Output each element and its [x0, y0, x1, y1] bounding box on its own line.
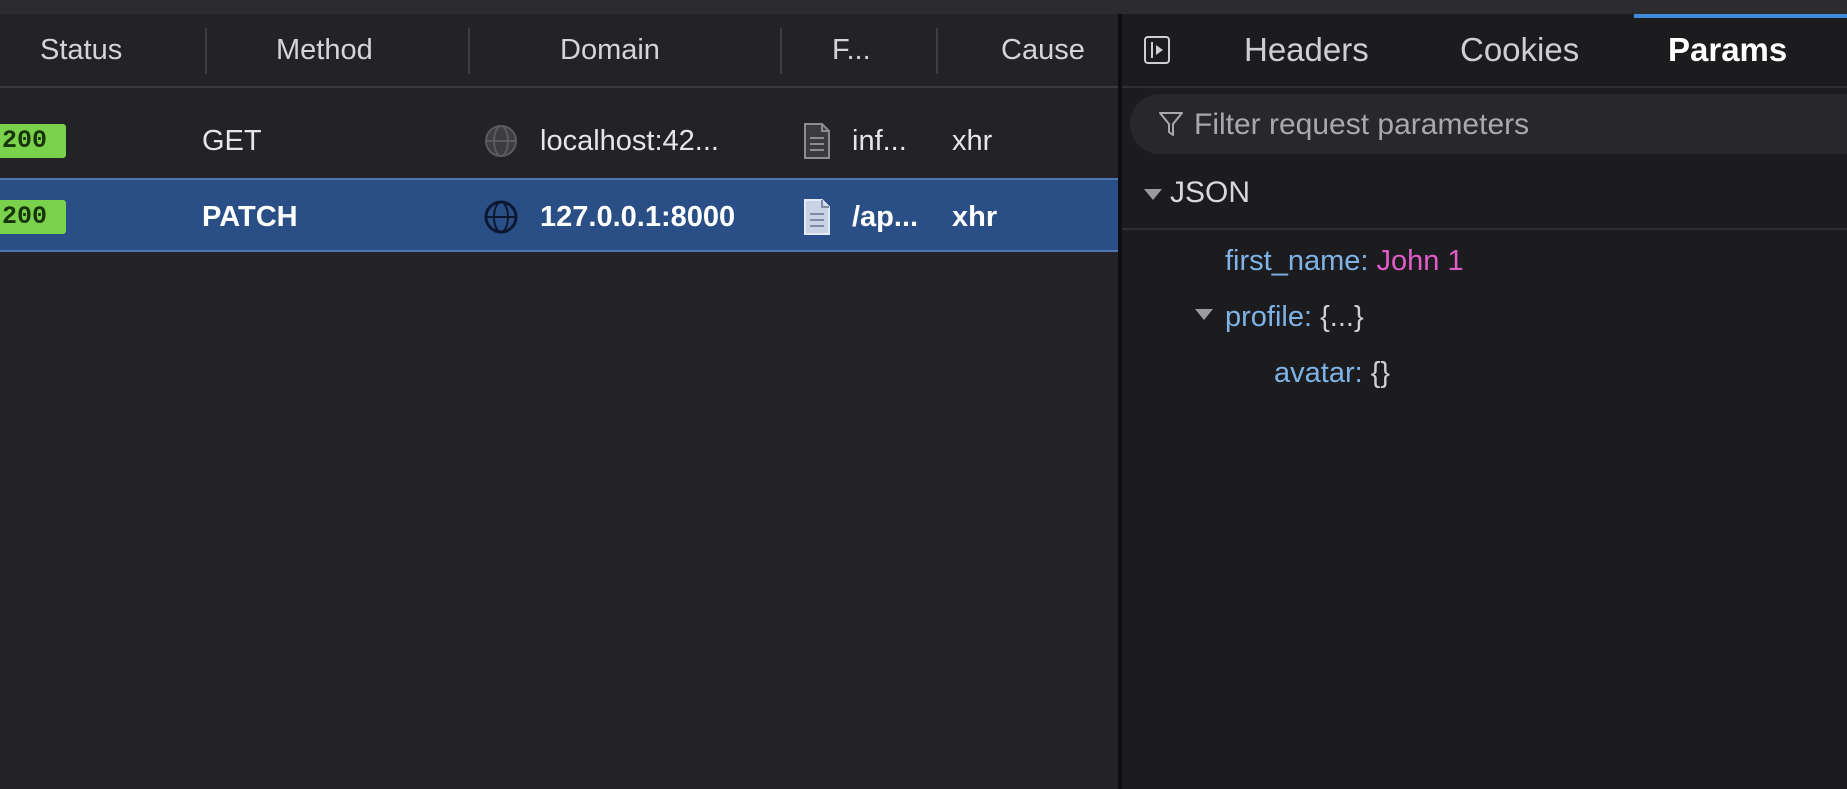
column-separator[interactable] [468, 28, 470, 74]
tab-params[interactable]: Params [1668, 14, 1787, 86]
tab-headers[interactable]: Headers [1244, 14, 1369, 86]
column-method[interactable]: Method [276, 14, 373, 86]
param-profile[interactable]: profile: {...} [1225, 291, 1364, 343]
expand-triangle-icon[interactable] [1195, 309, 1213, 320]
details-tabbar: Headers Cookies Params [1122, 14, 1847, 88]
request-method: GET [202, 125, 262, 157]
param-key: avatar: [1274, 357, 1363, 389]
param-value: {} [1370, 357, 1391, 389]
param-value: John 1 [1376, 245, 1464, 277]
column-status[interactable]: Status [40, 14, 122, 86]
request-domain: 127.0.0.1:8000 [540, 201, 736, 233]
param-value: {...} [1320, 301, 1364, 333]
column-separator[interactable] [205, 28, 207, 74]
filter-box [1130, 94, 1847, 156]
param-key: profile: [1225, 301, 1313, 333]
column-file[interactable]: F... [832, 14, 871, 86]
request-domain: localhost:42... [540, 125, 719, 157]
request-details-panel: Headers Cookies Params JSON first_name: … [1122, 14, 1847, 789]
request-file: inf... [852, 125, 907, 157]
request-row-selected[interactable]: 200 PATCH 127.0.0.1:8000 /ap... xhr [0, 178, 1118, 252]
request-row[interactable]: 200 GET localhost:42... inf... xhr [0, 104, 1118, 178]
json-section-label: JSON [1170, 176, 1251, 209]
request-cause: xhr [952, 125, 993, 157]
globe-icon [485, 125, 517, 157]
filter-icon [1159, 112, 1183, 136]
status-badge: 200 [0, 124, 66, 158]
param-first-name[interactable]: first_name: John 1 [1225, 235, 1464, 287]
expand-triangle-icon[interactable] [1144, 189, 1162, 200]
filter-request-parameters-input[interactable] [1192, 94, 1836, 156]
request-method: PATCH [202, 201, 298, 233]
sidebar-toggle-icon[interactable] [1144, 36, 1170, 64]
file-icon [804, 123, 830, 159]
param-key: first_name: [1225, 245, 1369, 277]
param-avatar[interactable]: avatar: {} [1274, 347, 1390, 399]
globe-icon [484, 200, 518, 234]
request-list-header: Status Method Domain F... Cause [0, 14, 1118, 88]
request-file: /ap... [852, 201, 919, 233]
request-list: Status Method Domain F... Cause 200 GET … [0, 14, 1118, 789]
request-cause: xhr [952, 201, 998, 233]
column-separator[interactable] [780, 28, 782, 74]
column-cause[interactable]: Cause [1001, 14, 1085, 86]
json-section-header[interactable]: JSON [1122, 162, 1847, 230]
column-domain[interactable]: Domain [560, 14, 660, 86]
status-badge: 200 [0, 200, 66, 234]
column-separator[interactable] [936, 28, 938, 74]
tab-cookies[interactable]: Cookies [1460, 14, 1579, 86]
toolbar-strip [0, 0, 1847, 14]
file-icon [804, 199, 830, 235]
